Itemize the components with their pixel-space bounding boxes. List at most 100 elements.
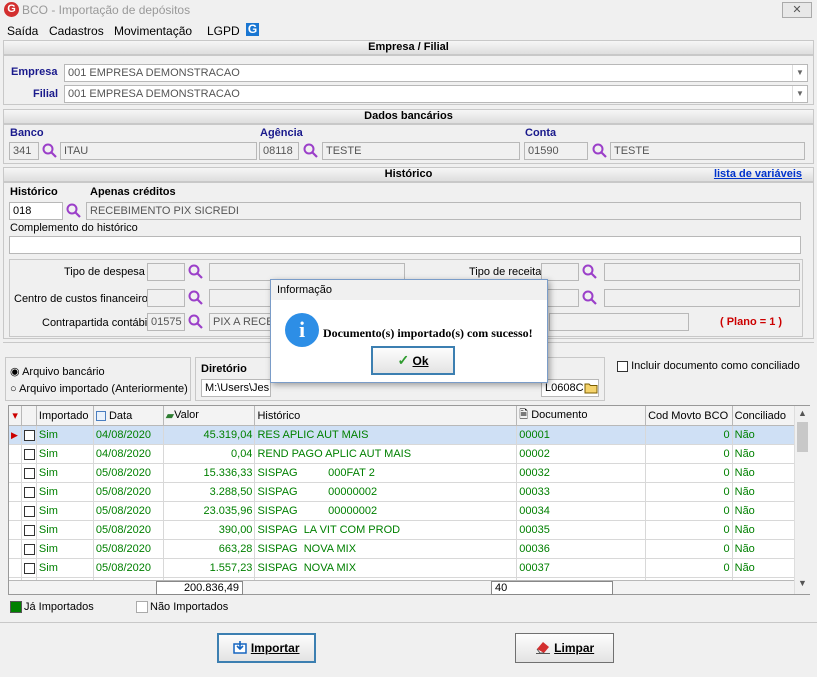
document-icon: 🗎	[519, 409, 529, 421]
checkbox-icon[interactable]	[24, 524, 36, 536]
table-row[interactable]: Sim 05/08/2020 15.336,33 SISPAG 000FAT 2 000…	[9, 463, 796, 483]
search-icon[interactable]	[188, 314, 204, 330]
checkbox-icon[interactable]	[24, 429, 36, 441]
row-pointer-icon	[9, 539, 23, 559]
checkbox-icon[interactable]	[24, 505, 36, 517]
folder-icon[interactable]	[584, 381, 598, 394]
sort-indicator-icon[interactable]: ▾	[9, 406, 23, 426]
g-icon[interactable]: G	[246, 23, 259, 36]
checkbox-icon[interactable]	[24, 467, 36, 479]
money-icon: ▰	[165, 410, 175, 422]
grid-scrollbar[interactable]: ▲ ▼	[794, 406, 810, 594]
eraser-icon	[535, 642, 550, 654]
search-icon[interactable]	[582, 264, 598, 280]
header-historico[interactable]: Histórico	[254, 406, 518, 426]
total-valor: 200.836,49	[156, 581, 243, 595]
header-valor-label: Valor	[174, 409, 199, 421]
legend-ja-importados: Já Importados	[24, 601, 94, 613]
row-checkbox[interactable]	[21, 463, 37, 483]
menu-lgpd[interactable]: LGPD	[207, 24, 240, 38]
limpar-button[interactable]: Limpar	[515, 633, 614, 663]
importar-button[interactable]: Importar	[217, 633, 316, 663]
footer-separator	[0, 622, 817, 623]
radio-arquivo-importado[interactable]: ○ Arquivo importado (Anteriormente)	[10, 383, 188, 395]
search-icon[interactable]	[188, 264, 204, 280]
cell-valor: 3.288,50	[163, 482, 256, 502]
historico-code-field[interactable]: 018	[9, 202, 63, 220]
diretorio-tail: L0608C	[545, 382, 584, 394]
cell-cod-movto: 0	[645, 558, 733, 578]
contrapartida-code[interactable]: 01575	[147, 313, 185, 331]
search-icon[interactable]	[66, 203, 82, 219]
header-documento[interactable]: 🗎 Documento	[516, 406, 647, 426]
table-row[interactable]: Sim 05/08/2020 390,00 SISPAG LA VIT COM PRO…	[9, 520, 796, 540]
legend-nao-importados: Não Importados	[150, 601, 229, 613]
historico-section-title: Histórico	[384, 168, 433, 180]
close-button[interactable]: ✕	[782, 2, 812, 18]
filial-select[interactable]: 001 EMPRESA DEMONSTRACAO ▼	[64, 85, 808, 103]
grid-footer: 200.836,49 40	[9, 580, 795, 595]
checkbox-icon[interactable]	[24, 448, 36, 460]
row-checkbox[interactable]	[21, 501, 37, 521]
chevron-down-icon: ▼	[792, 65, 807, 81]
banco-panel: Banco 341 ITAU Agência 08118 TESTE Conta…	[3, 124, 814, 164]
checkbox-icon[interactable]	[24, 486, 36, 498]
info-icon: i	[285, 313, 319, 347]
tipo-despesa-code[interactable]	[147, 263, 185, 281]
table-row[interactable]: Sim 05/08/2020 1.557,23 SISPAG NOVA MIX 0003…	[9, 558, 796, 578]
banco-label: Banco	[10, 127, 44, 139]
search-icon[interactable]	[592, 143, 608, 159]
table-row[interactable]: Sim 05/08/2020 23.035,96 SISPAG 00000002 000…	[9, 501, 796, 521]
agencia-code-field[interactable]: 08118	[259, 142, 299, 160]
menu-bar: Saída Cadastros Movimentação LGPD G	[0, 21, 817, 40]
row-checkbox[interactable]	[21, 520, 37, 540]
conta-code-field[interactable]: 01590	[524, 142, 588, 160]
table-row[interactable]: Sim 05/08/2020 663,28 SISPAG NOVA MIX 00036 0…	[9, 539, 796, 559]
radio-arquivo-bancario[interactable]: ◉ Arquivo bancário	[10, 365, 105, 378]
checkbox-icon[interactable]	[24, 543, 36, 555]
dialog-title: Informação	[271, 280, 547, 300]
menu-cadastros[interactable]: Cadastros	[49, 24, 104, 38]
search-icon[interactable]	[303, 143, 319, 159]
cell-importado: Sim	[36, 558, 94, 578]
search-icon[interactable]	[42, 143, 58, 159]
header-conciliado[interactable]: Conciliado	[732, 406, 796, 426]
cell-conciliado: Não	[732, 558, 796, 578]
header-importado[interactable]: Importado	[36, 406, 94, 426]
dialog-message: Documento(s) importado(s) com sucesso!	[323, 326, 533, 340]
row-checkbox[interactable]	[21, 444, 37, 464]
checkbox-icon[interactable]	[24, 562, 36, 574]
cell-cod-movto: 0	[645, 520, 733, 540]
row-checkbox[interactable]	[21, 482, 37, 502]
menu-movimentacao[interactable]: Movimentação	[114, 24, 192, 38]
table-row[interactable]: Sim 05/08/2020 3.288,50 SISPAG 00000002 0003…	[9, 482, 796, 502]
search-icon[interactable]	[188, 290, 204, 306]
scroll-thumb[interactable]	[797, 422, 808, 452]
row-checkbox[interactable]	[21, 425, 37, 445]
cell-valor: 23.035,96	[163, 501, 256, 521]
cell-cod-movto: 0	[645, 463, 733, 483]
ok-button[interactable]: ✓ Ok	[371, 346, 455, 375]
centro-custos-code[interactable]	[147, 289, 185, 307]
filial-label: Filial	[33, 88, 59, 100]
importar-label: Importar	[250, 641, 300, 655]
table-row[interactable]: Sim 04/08/2020 0,04 REND PAGO APLIC AUT MAI…	[9, 444, 796, 464]
header-cod-movto[interactable]: Cod Movto BCO	[645, 406, 733, 426]
lista-variaveis-link[interactable]: lista de variáveis	[714, 168, 802, 181]
row-checkbox[interactable]	[21, 558, 37, 578]
scroll-down-icon[interactable]: ▼	[798, 578, 807, 588]
cell-documento: 00033	[516, 482, 647, 502]
diretorio-field[interactable]: M:\Users\Jes	[201, 379, 271, 397]
complemento-field[interactable]	[9, 236, 801, 254]
search-icon[interactable]	[582, 290, 598, 306]
header-data[interactable]: Data	[93, 406, 164, 426]
table-row[interactable]: ▶ Sim 04/08/2020 45.319,04 RES APLIC AUT MAI…	[9, 425, 796, 445]
row-checkbox[interactable]	[21, 539, 37, 559]
banco-code-field[interactable]: 341	[9, 142, 39, 160]
empresa-select[interactable]: 001 EMPRESA DEMONSTRACAO ▼	[64, 64, 808, 82]
scroll-up-icon[interactable]: ▲	[798, 408, 807, 418]
menu-saida[interactable]: Saída	[7, 24, 38, 38]
header-valor[interactable]: ▰ Valor	[163, 406, 256, 426]
incluir-conciliado-checkbox[interactable]: Incluir documento como conciliado	[617, 360, 800, 372]
cell-cod-movto: 0	[645, 539, 733, 559]
